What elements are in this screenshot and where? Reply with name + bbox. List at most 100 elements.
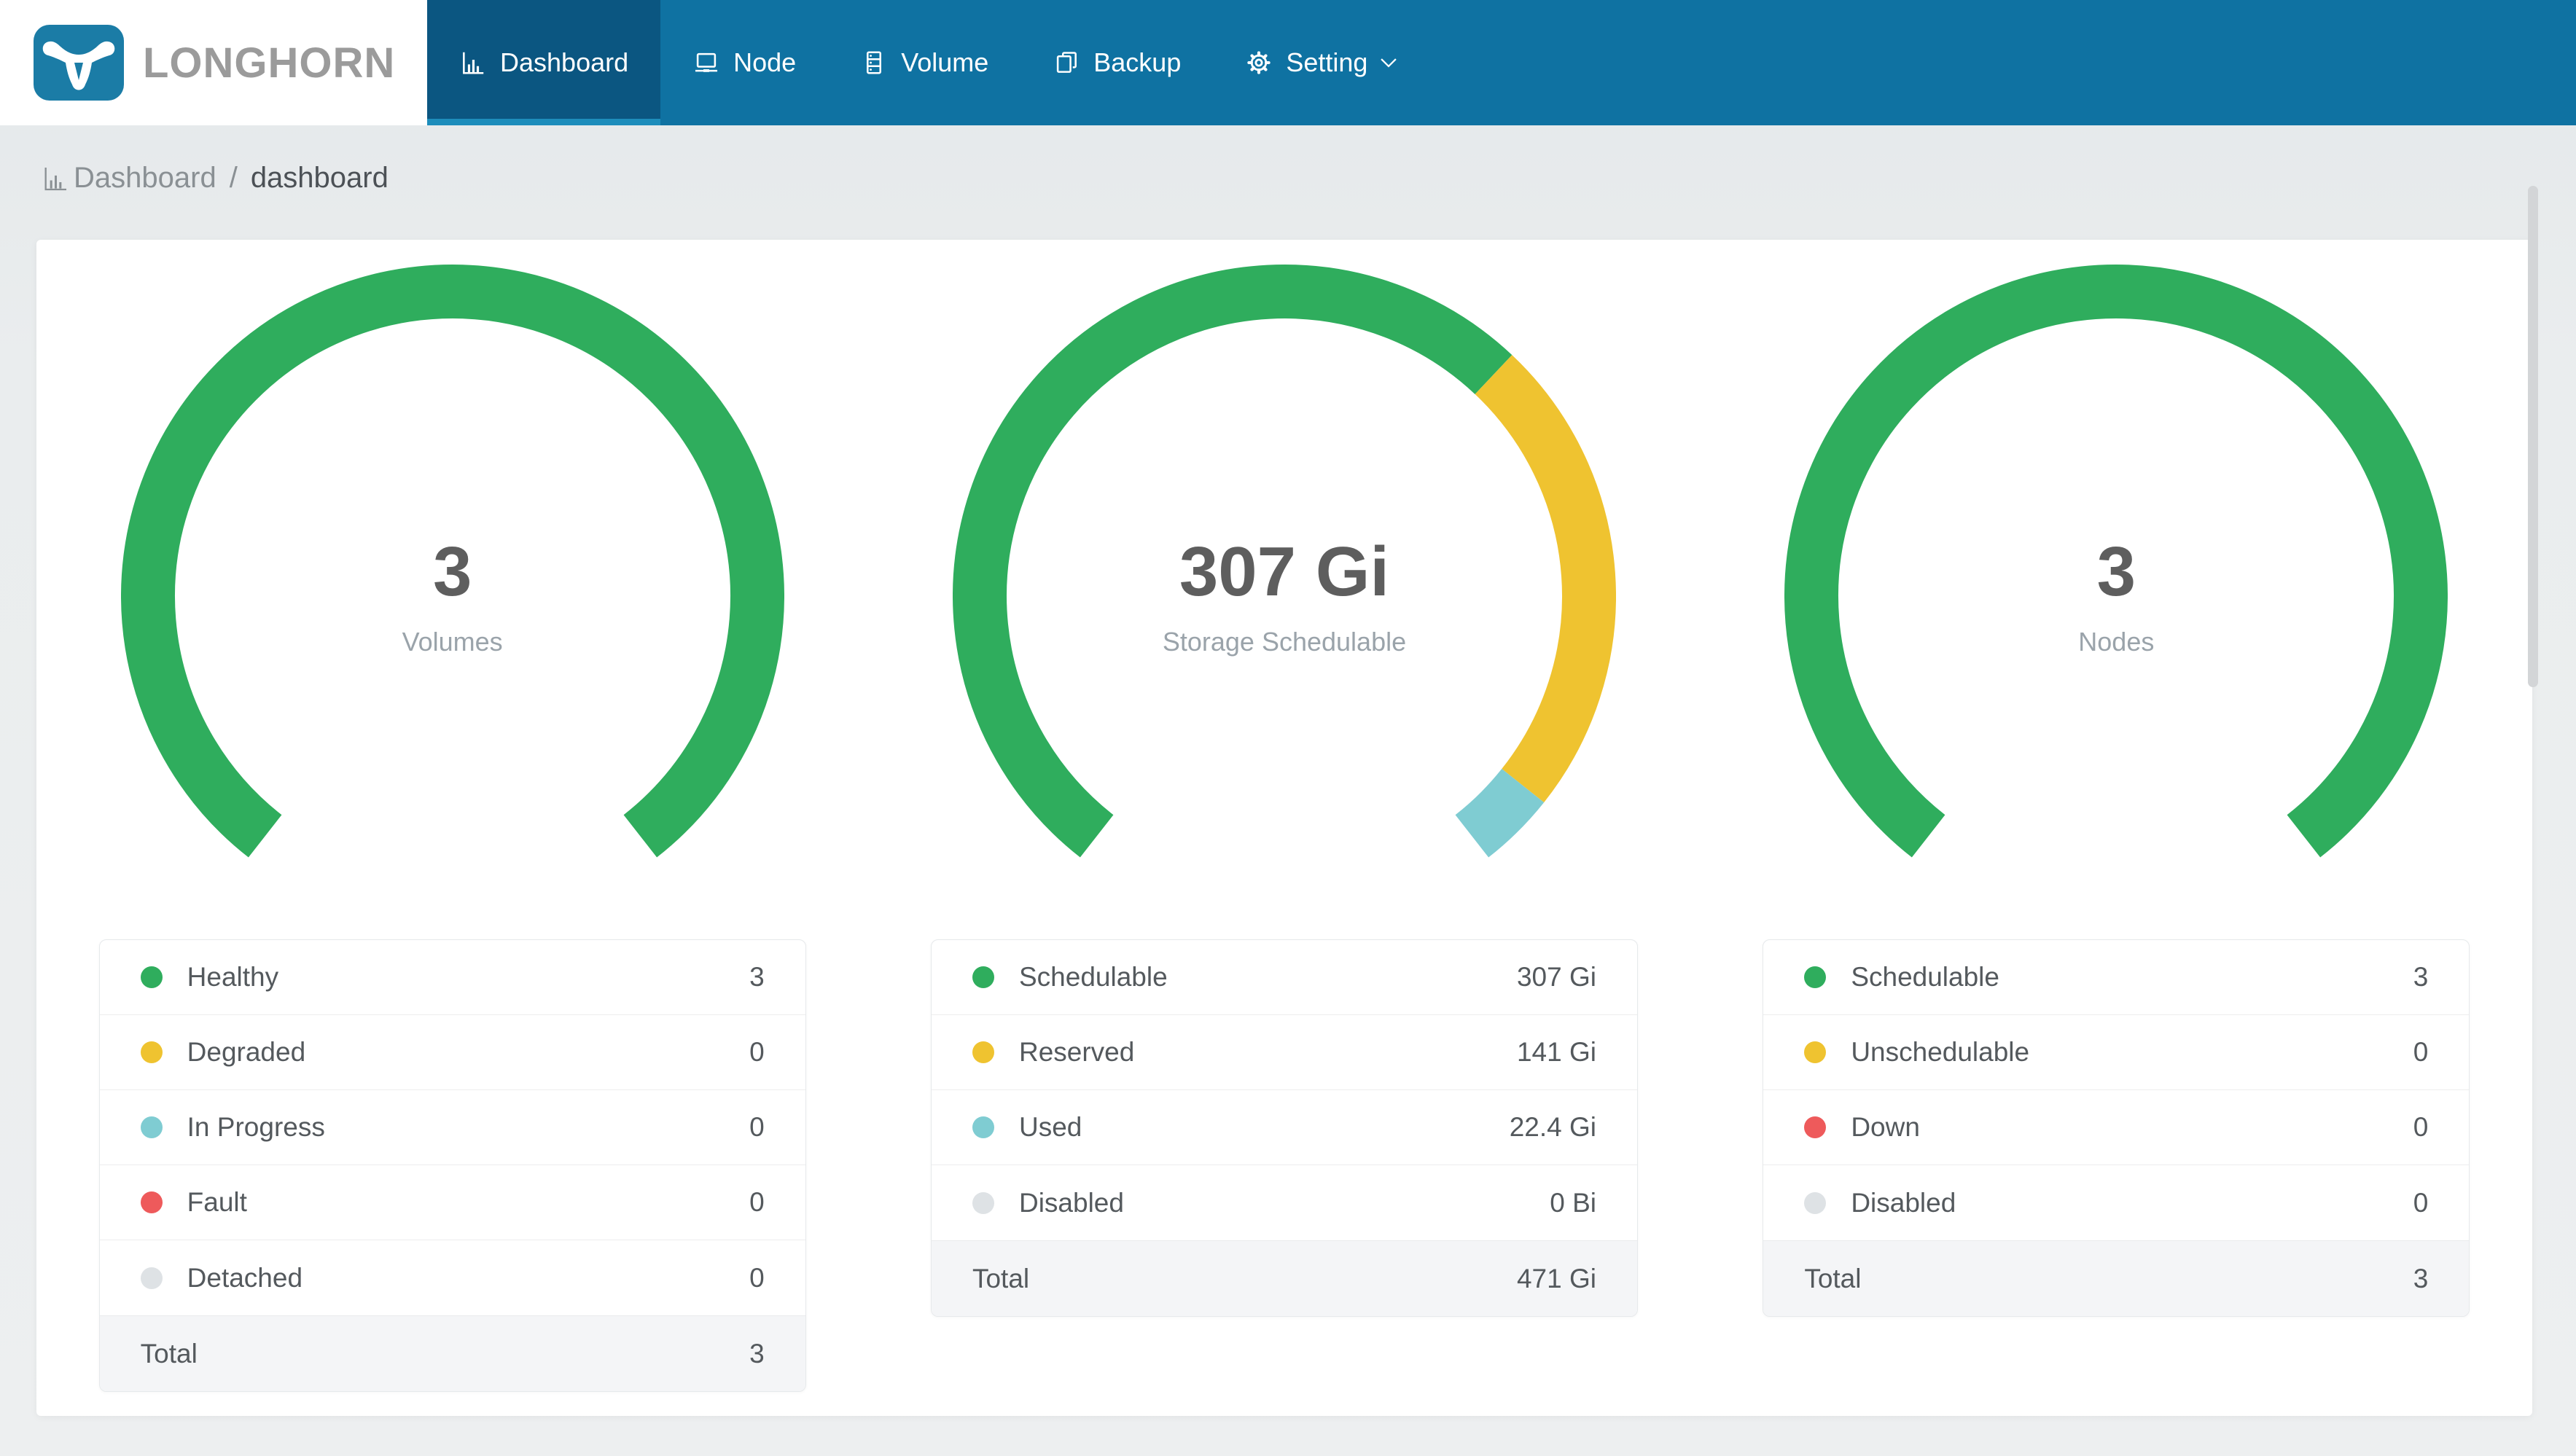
legend-total-row: Total 3 [99, 1315, 805, 1391]
legend-dot [140, 1041, 163, 1063]
legend-row: Unschedulable 0 [1763, 1015, 2470, 1090]
nodes-legend-table: Schedulable 3 Unschedulable 0 Down 0 Dis… [1763, 939, 2470, 1317]
legend-value: 0 Bi [1550, 1187, 1596, 1218]
legend-dot [1804, 1116, 1827, 1138]
legend-dot [1804, 1041, 1827, 1063]
legend-dot [1804, 966, 1827, 988]
legend-label: Fault [187, 1187, 247, 1217]
laptop-icon [692, 49, 720, 77]
nav-item-label: Volume [901, 47, 989, 77]
copy-icon [1053, 49, 1080, 77]
legend-dot [140, 1191, 163, 1213]
legend-label: In Progress [187, 1112, 325, 1142]
legend-row: Used 22.4 Gi [931, 1090, 1637, 1165]
top-navbar: LONGHORN Dashboard Node Volume Backup Se… [0, 0, 2576, 125]
legend-row: Down 0 [1763, 1090, 2470, 1165]
legend-row: Disabled 0 [1763, 1165, 2469, 1240]
legend-label: Unschedulable [1851, 1037, 2030, 1067]
nav-item-node[interactable]: Node [660, 0, 828, 125]
nav-item-backup[interactable]: Backup [1020, 0, 1213, 125]
breadcrumb-dashboard[interactable]: Dashboard [74, 162, 216, 195]
legend-value: 0 [749, 1262, 765, 1293]
legend-row: Detached 0 [100, 1240, 805, 1315]
total-label: Total [972, 1263, 1030, 1293]
legend-label: Disabled [1851, 1187, 1956, 1218]
volumes-gauge-ring [120, 265, 784, 858]
legend-row: Schedulable 3 [1763, 940, 2470, 1015]
breadcrumb: Dashboard / dashboard [41, 162, 2576, 195]
total-value: 3 [749, 1338, 765, 1369]
nav-item-setting[interactable]: Setting [1213, 0, 1433, 125]
legend-row: Reserved 141 Gi [931, 1015, 1637, 1090]
nav-item-label: Setting [1286, 47, 1368, 77]
legend-value: 307 Gi [1516, 962, 1596, 992]
legend-row: Degraded 0 [99, 1015, 805, 1090]
volumes-legend-table: Healthy 3 Degraded 0 In Progress 0 Fault… [98, 939, 806, 1392]
legend-label: Degraded [187, 1037, 306, 1067]
nav-item-label: Node [733, 47, 797, 77]
legend-label: Used [1018, 1112, 1082, 1142]
legend-value: 3 [749, 962, 765, 992]
breadcrumb-current-page: dashboard [250, 162, 389, 194]
legend-value: 22.4 Gi [1509, 1112, 1596, 1142]
legend-label: Schedulable [1018, 962, 1168, 992]
vertical-scrollbar-thumb[interactable] [2528, 186, 2538, 687]
legend-dot [140, 1116, 163, 1138]
storage-gauge: 307 Gi Storage Schedulable [953, 265, 1616, 928]
storage-legend-table: Schedulable 307 Gi Reserved 141 Gi Used … [930, 939, 1638, 1317]
legend-value: 0 [2413, 1187, 2429, 1218]
bar-chart-icon [459, 49, 487, 77]
chevron-down-icon [1381, 50, 1401, 75]
legend-total-row: Total 471 Gi [931, 1240, 1637, 1316]
app-logo[interactable]: LONGHORN [0, 0, 427, 125]
app-logo-text: LONGHORN [143, 39, 396, 87]
main-menu: Dashboard Node Volume Backup Setting [427, 0, 1433, 125]
legend-dot [972, 1041, 994, 1063]
total-value: 471 Gi [1516, 1263, 1596, 1293]
nav-item-volume[interactable]: Volume [828, 0, 1020, 125]
legend-row: Disabled 0 Bi [932, 1165, 1637, 1240]
breadcrumb-separator: / [229, 162, 238, 194]
legend-label: Schedulable [1851, 962, 1999, 992]
legend-value: 0 [749, 1112, 765, 1142]
nav-item-dashboard[interactable]: Dashboard [427, 0, 661, 125]
legend-label: Reserved [1018, 1037, 1135, 1067]
volumes-gauge: 3 Volumes [120, 265, 784, 928]
total-label: Total [1804, 1263, 1862, 1293]
legend-value: 0 [749, 1187, 765, 1217]
legend-row: In Progress 0 [99, 1090, 805, 1165]
nav-item-label: Backup [1093, 47, 1182, 77]
legend-dot [972, 1116, 994, 1138]
legend-label: Detached [187, 1262, 303, 1293]
legend-row: Fault 0 [99, 1165, 805, 1240]
legend-total-row: Total 3 [1763, 1240, 2470, 1316]
legend-dot [140, 1267, 163, 1289]
legend-value: 0 [2413, 1037, 2429, 1067]
nav-item-label: Dashboard [500, 47, 629, 77]
gear-icon [1245, 49, 1273, 77]
legend-dot [140, 966, 163, 988]
storage-gauge-ring [953, 265, 1616, 858]
storage-panel: 307 Gi Storage Schedulable Schedulable 3… [868, 265, 1700, 1416]
legend-value: 141 Gi [1516, 1037, 1596, 1067]
nodes-gauge: 3 Nodes [1784, 265, 2448, 928]
bar-chart-icon [41, 164, 74, 193]
legend-dot [972, 1191, 994, 1214]
legend-label: Disabled [1018, 1187, 1124, 1218]
legend-dot [972, 966, 994, 988]
legend-value: 0 [2413, 1112, 2429, 1142]
legend-row: Schedulable 307 Gi [931, 940, 1637, 1015]
nodes-gauge-ring [1784, 265, 2448, 858]
nodes-panel: 3 Nodes Schedulable 3 Unschedulable 0 Do… [1701, 265, 2532, 1416]
volumes-panel: 3 Volumes Healthy 3 Degraded 0 In Progre… [36, 265, 868, 1416]
legend-value: 3 [2413, 962, 2429, 992]
dashboard-card: 3 Volumes Healthy 3 Degraded 0 In Progre… [36, 240, 2532, 1416]
legend-dot [1804, 1191, 1827, 1214]
total-label: Total [140, 1338, 198, 1369]
legend-value: 0 [749, 1037, 765, 1067]
server-icon [860, 49, 888, 77]
total-value: 3 [2413, 1263, 2429, 1293]
legend-row: Healthy 3 [99, 940, 805, 1015]
legend-label: Down [1851, 1112, 1920, 1142]
legend-label: Healthy [187, 962, 279, 992]
